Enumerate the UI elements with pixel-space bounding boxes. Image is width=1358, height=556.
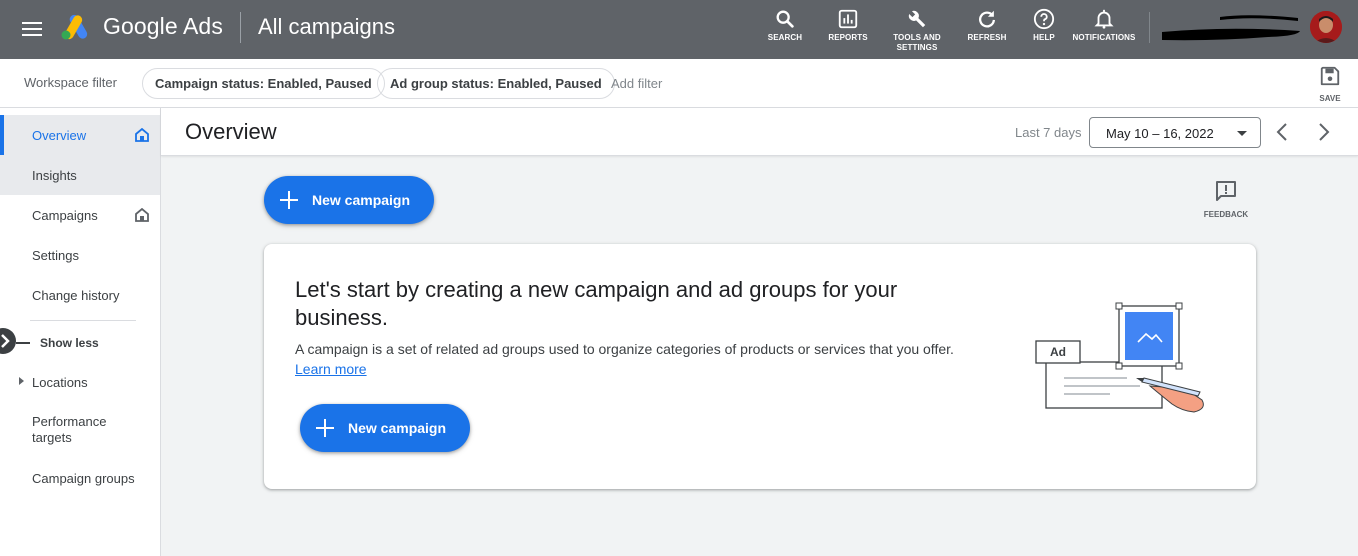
reports-icon — [838, 9, 858, 29]
page-title: Overview — [185, 119, 277, 144]
reports-button[interactable]: REPORTS — [826, 8, 870, 43]
add-filter-button[interactable]: Add filter — [611, 76, 662, 91]
sidebar-item-label: Performance targets — [32, 414, 107, 445]
create-ad-illustration: Ad — [1035, 302, 1204, 413]
date-range-value: May 10 – 16, 2022 — [1106, 126, 1214, 141]
refresh-icon — [979, 10, 996, 28]
workspace-filter-bar: Workspace filter Campaign status: Enable… — [0, 59, 1358, 108]
page-heading: All campaigns — [258, 14, 395, 39]
ad-label: Ad — [1050, 345, 1066, 359]
show-less-toggle[interactable]: Show less — [0, 324, 160, 362]
sidebar-item-performance-targets[interactable]: Performance targets — [0, 408, 160, 452]
learn-more-link[interactable]: Learn more — [295, 361, 367, 377]
show-less-label: Show less — [40, 336, 99, 350]
campaign-status-filter-chip[interactable]: Campaign status: Enabled, Paused — [142, 68, 385, 99]
date-range-picker[interactable]: May 10 – 16, 2022 — [1089, 117, 1261, 148]
redacted-account-info[interactable] — [1158, 12, 1303, 44]
sidebar-item-insights[interactable]: Insights — [0, 155, 160, 195]
notifications-label: NOTIFICATIONS — [1072, 33, 1136, 42]
dropdown-arrow-icon — [1237, 131, 1247, 136]
header-divider — [240, 12, 241, 43]
plus-icon — [316, 419, 334, 437]
ad-group-status-filter-chip[interactable]: Ad group status: Enabled, Paused — [377, 68, 615, 99]
home-icon — [135, 208, 149, 222]
search-label: SEARCH — [767, 33, 803, 42]
card-description: A campaign is a set of related ad groups… — [295, 341, 954, 357]
avatar-image — [1310, 11, 1342, 43]
sidebar-item-change-history[interactable]: Change history — [0, 275, 160, 315]
sidebar-divider — [30, 320, 136, 321]
toolbar-divider — [1149, 12, 1150, 43]
minus-icon — [16, 342, 30, 344]
google-ads-logo — [61, 14, 88, 40]
expand-caret-icon[interactable] — [19, 377, 24, 385]
save-label: SAVE — [1319, 94, 1341, 103]
help-icon — [1033, 8, 1055, 30]
sidebar-item-campaign-groups[interactable]: Campaign groups — [0, 458, 160, 498]
previous-period-icon[interactable] — [1273, 121, 1293, 143]
sidebar-item-label: Campaigns — [32, 208, 98, 223]
refresh-label: REFRESH — [967, 33, 1007, 42]
plus-icon — [280, 191, 298, 209]
sidebar-item-overview[interactable]: Overview — [0, 115, 160, 155]
getting-started-card: Let's start by creating a new campaign a… — [264, 244, 1256, 489]
tools-settings-button[interactable]: TOOLS AND SETTINGS — [891, 8, 943, 53]
refresh-button[interactable]: REFRESH — [966, 8, 1008, 43]
bell-icon — [1094, 9, 1114, 29]
sidebar-item-campaigns[interactable]: Campaigns — [0, 195, 160, 235]
sidebar-item-label: Settings — [32, 248, 79, 263]
sidebar-item-label: Overview — [32, 128, 87, 143]
home-icon — [135, 128, 149, 142]
save-filter-button[interactable]: SAVE — [1314, 65, 1346, 103]
hamburger-menu-icon[interactable] — [20, 17, 44, 41]
workspace-filter-label: Workspace filter — [24, 75, 117, 90]
card-title: Let's start by creating a new campaign a… — [295, 277, 898, 330]
product-name: Google Ads — [103, 13, 223, 39]
help-label: HELP — [1033, 33, 1055, 42]
overview-header: Overview Last 7 days May 10 – 16, 2022 — [161, 108, 1358, 156]
search-icon — [776, 10, 794, 28]
sidebar-item-settings[interactable]: Settings — [0, 235, 160, 275]
sidebar-item-label: Insights — [32, 168, 77, 183]
sidebar-nav: Overview Insights Campaigns Settings Cha… — [0, 108, 161, 556]
next-period-icon[interactable] — [1313, 121, 1333, 143]
top-app-bar: Google Ads All campaigns SEARCH REPORTS … — [0, 0, 1358, 59]
new-campaign-button[interactable]: New campaign — [264, 176, 434, 224]
notifications-button[interactable]: NOTIFICATIONS — [1072, 8, 1136, 43]
feedback-label: FEEDBACK — [1203, 210, 1249, 219]
sidebar-item-label: Locations — [32, 375, 88, 390]
sidebar-item-label: Campaign groups — [32, 471, 135, 486]
card-new-campaign-button[interactable]: New campaign — [300, 404, 470, 452]
tools-settings-label: TOOLS AND SETTINGS — [893, 33, 941, 52]
reports-label: REPORTS — [828, 33, 868, 42]
account-avatar[interactable] — [1310, 11, 1342, 43]
date-range-caption: Last 7 days — [1015, 125, 1082, 140]
new-campaign-label: New campaign — [348, 420, 447, 436]
sidebar-item-locations[interactable]: Locations — [0, 362, 160, 402]
new-campaign-label: New campaign — [312, 192, 411, 208]
collapse-circle-icon[interactable] — [0, 328, 16, 354]
feedback-button[interactable]: FEEDBACK — [1200, 180, 1252, 219]
search-button[interactable]: SEARCH — [765, 8, 805, 43]
help-button[interactable]: HELP — [1028, 8, 1060, 43]
save-icon — [1320, 66, 1340, 86]
sidebar-item-label: Change history — [32, 288, 120, 303]
feedback-icon — [1216, 181, 1236, 201]
wrench-icon — [908, 10, 926, 28]
